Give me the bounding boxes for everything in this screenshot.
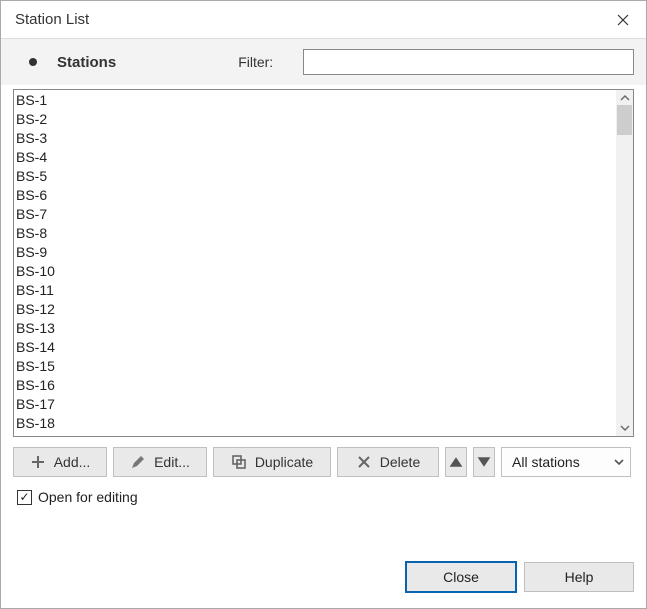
chevron-down-icon (614, 454, 624, 470)
list-item[interactable]: BS-11 (16, 281, 614, 300)
x-icon (356, 454, 372, 470)
list-item[interactable]: BS-9 (16, 243, 614, 262)
duplicate-icon (231, 454, 247, 470)
open-for-editing-row[interactable]: ✓ Open for editing (1, 485, 646, 505)
help-button-label: Help (565, 569, 594, 585)
close-button-label: Close (443, 569, 479, 585)
list-item[interactable]: BS-1 (16, 91, 614, 110)
duplicate-button-label: Duplicate (255, 454, 313, 470)
filter-label: Filter: (238, 54, 273, 70)
close-icon (617, 14, 629, 26)
station-filter-select[interactable]: All stations (501, 447, 631, 477)
list-item[interactable]: BS-17 (16, 395, 614, 414)
scroll-thumb[interactable] (617, 105, 632, 135)
list-item[interactable]: BS-6 (16, 186, 614, 205)
delete-button[interactable]: Delete (337, 447, 439, 477)
delete-button-label: Delete (380, 454, 420, 470)
scroll-up-icon (620, 93, 630, 103)
triangle-up-icon (448, 454, 464, 470)
open-for-editing-checkbox[interactable]: ✓ (17, 490, 32, 505)
stations-heading: Stations (57, 54, 116, 71)
list-item[interactable]: BS-12 (16, 300, 614, 319)
list-item[interactable]: BS-3 (16, 129, 614, 148)
duplicate-button[interactable]: Duplicate (213, 447, 331, 477)
plus-icon (30, 454, 46, 470)
footer: Close Help (1, 546, 646, 608)
window-title: Station List (15, 11, 600, 28)
list-item[interactable]: BS-10 (16, 262, 614, 281)
edit-button-label: Edit... (154, 454, 190, 470)
list-item[interactable]: BS-4 (16, 148, 614, 167)
station-list-container: BS-1BS-2BS-3BS-4BS-5BS-6BS-7BS-8BS-9BS-1… (13, 89, 634, 437)
list-item[interactable]: BS-8 (16, 224, 614, 243)
move-down-button[interactable] (473, 447, 495, 477)
list-item[interactable]: BS-16 (16, 376, 614, 395)
scroll-down-icon (620, 423, 630, 433)
list-item[interactable]: BS-13 (16, 319, 614, 338)
move-up-button[interactable] (445, 447, 467, 477)
scroll-track[interactable] (616, 103, 633, 423)
list-item[interactable]: BS-15 (16, 357, 614, 376)
station-list-dialog: Station List Stations Filter: BS-1BS-2BS… (0, 0, 647, 609)
bullet-icon (29, 58, 37, 66)
list-item[interactable]: BS-14 (16, 338, 614, 357)
triangle-down-icon (476, 454, 492, 470)
list-item[interactable]: BS-7 (16, 205, 614, 224)
add-button-label: Add... (54, 454, 91, 470)
edit-button[interactable]: Edit... (113, 447, 207, 477)
header-row: Stations Filter: (1, 39, 646, 85)
titlebar: Station List (1, 1, 646, 39)
open-for-editing-label: Open for editing (38, 489, 138, 505)
list-item[interactable]: BS-5 (16, 167, 614, 186)
help-button[interactable]: Help (524, 562, 634, 592)
add-button[interactable]: Add... (13, 447, 107, 477)
list-item[interactable]: BS-18 (16, 414, 614, 433)
toolbar: Add... Edit... Duplicate (1, 443, 646, 485)
station-filter-select-label: All stations (512, 454, 580, 470)
list-item[interactable]: BS-2 (16, 110, 614, 129)
window-close-button[interactable] (600, 1, 646, 38)
close-button[interactable]: Close (406, 562, 516, 592)
station-list[interactable]: BS-1BS-2BS-3BS-4BS-5BS-6BS-7BS-8BS-9BS-1… (14, 90, 616, 436)
filter-input[interactable] (303, 49, 634, 75)
pencil-icon (130, 454, 146, 470)
scrollbar[interactable] (616, 90, 633, 436)
